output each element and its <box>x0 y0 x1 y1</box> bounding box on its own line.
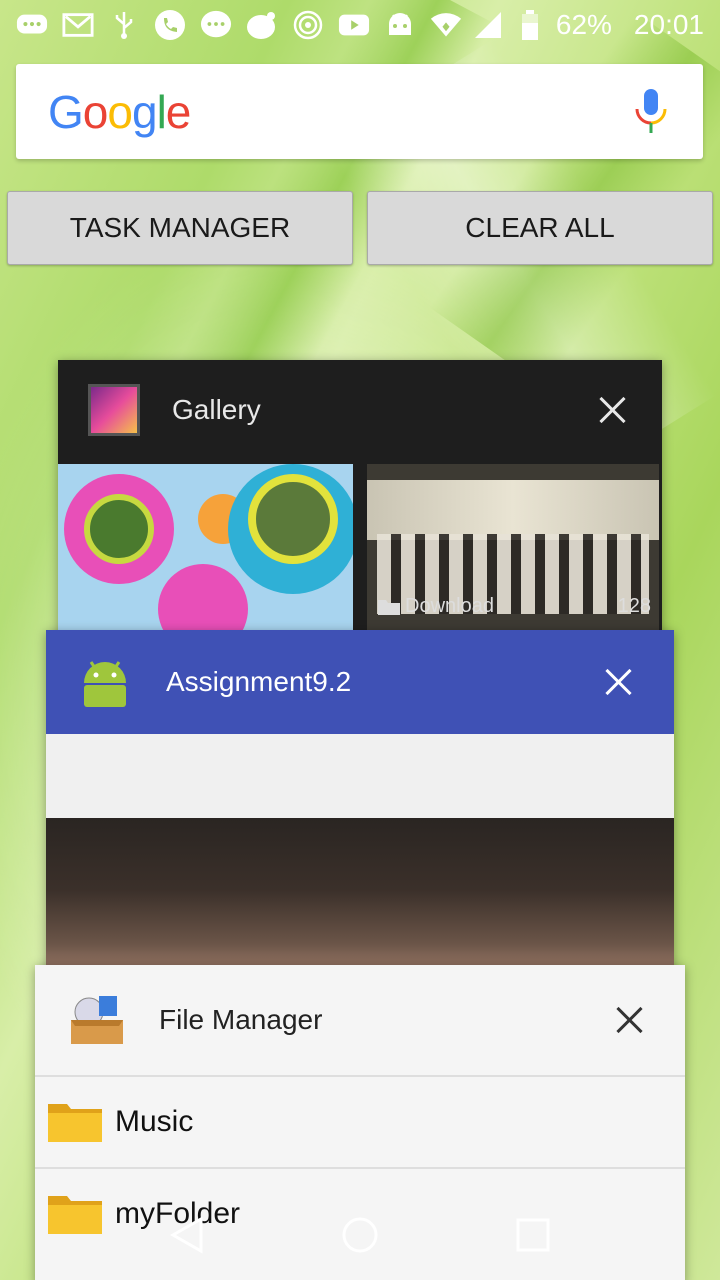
phone-icon <box>154 10 186 40</box>
app-icon <box>246 10 278 40</box>
recents-button[interactable] <box>511 1213 555 1257</box>
microphone-icon[interactable] <box>631 87 671 137</box>
list-item-label: Music <box>115 1105 194 1138</box>
google-search-bar[interactable]: Google <box>16 64 703 159</box>
card-title: Assignment9.2 <box>166 666 352 697</box>
file-manager-app-icon <box>69 992 125 1048</box>
battery-level: 62% <box>555 9 612 40</box>
close-icon[interactable] <box>604 667 634 697</box>
android-icon <box>384 10 416 40</box>
card-title: File Manager <box>159 1004 323 1035</box>
notification-icons <box>16 10 416 40</box>
recent-app-card-assignment[interactable]: Assignment9.2 <box>46 630 674 990</box>
battery-icon <box>514 10 546 40</box>
usb-icon <box>108 10 140 40</box>
card-header: Gallery <box>58 360 662 460</box>
thumbnail-label: Download <box>405 595 494 617</box>
home-icon <box>342 1217 378 1253</box>
message-icon <box>16 10 48 40</box>
task-manager-button[interactable]: TASK MANAGER <box>7 191 353 265</box>
status-right: 62% 20:01 <box>430 9 704 41</box>
clear-all-button[interactable]: CLEAR ALL <box>367 191 713 265</box>
card-header: File Manager <box>35 965 685 1075</box>
folder-icon <box>48 1104 102 1142</box>
navigation-bar <box>0 1190 720 1280</box>
gmail-icon <box>62 10 94 40</box>
close-icon[interactable] <box>615 1005 645 1035</box>
list-item: Music <box>35 1075 685 1167</box>
home-button[interactable] <box>338 1213 382 1257</box>
signal-icon <box>472 10 504 40</box>
google-logo: Google <box>48 85 191 138</box>
clock: 20:01 <box>633 9 704 40</box>
card-title: Gallery <box>172 394 261 425</box>
android-app-icon <box>80 659 130 707</box>
back-button[interactable] <box>165 1213 209 1257</box>
gallery-thumbnail-download: Download 128 <box>367 464 659 630</box>
target-icon <box>292 10 324 40</box>
close-icon[interactable] <box>598 395 628 425</box>
status-bar: 62% 20:01 <box>0 0 720 50</box>
youtube-icon <box>338 10 370 40</box>
thumbnail-count: 128 <box>617 595 651 617</box>
chat-icon <box>200 10 232 40</box>
recents-icon <box>516 1218 550 1252</box>
card-header: Assignment9.2 <box>46 630 674 734</box>
wifi-icon <box>430 10 462 40</box>
recent-app-card-gallery[interactable]: Gallery Download 128 <box>58 360 662 650</box>
folder-icon <box>378 600 400 615</box>
gallery-app-icon <box>88 384 140 436</box>
gallery-thumbnail-flowers <box>58 464 353 630</box>
back-icon <box>169 1216 203 1254</box>
